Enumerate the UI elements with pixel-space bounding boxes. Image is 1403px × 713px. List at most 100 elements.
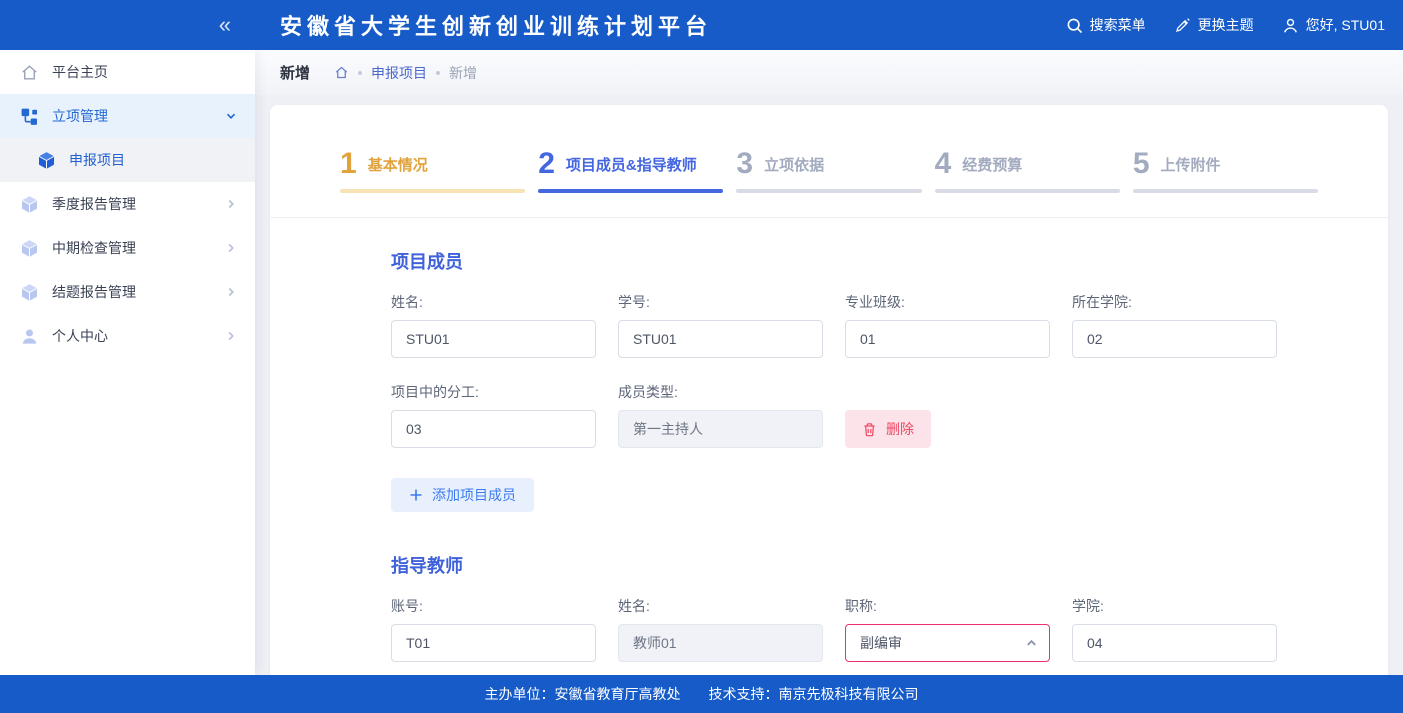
cube-icon [20, 283, 39, 302]
stepper: 1 基本情况 2 项目成员&指导教师 3 立项依据 [270, 105, 1388, 218]
theme-brush-icon [1174, 17, 1191, 34]
step-basic-info[interactable]: 1 基本情况 [340, 149, 525, 193]
member-role-input[interactable] [391, 410, 596, 448]
breadcrumb-separator [358, 71, 362, 75]
chevron-right-icon [225, 242, 237, 254]
grid-spacer [1072, 382, 1277, 448]
teacher-account-input[interactable] [391, 624, 596, 662]
cube-icon [20, 195, 39, 214]
main-area: 新增 申报项目 新增 1 基本情况 2 项目成员&指导教师 [255, 50, 1403, 713]
sidebar-item-personal-center[interactable]: 个人中心 [0, 314, 255, 358]
change-theme-label: 更换主题 [1198, 15, 1254, 35]
step-underline [340, 189, 525, 193]
breadcrumb: 新增 申报项目 新增 [255, 50, 1403, 95]
app-title: 安徽省大学生创新创业训练计划平台 [280, 9, 712, 41]
add-member-label: 添加项目成员 [432, 485, 516, 505]
step-project-basis[interactable]: 3 立项依据 [736, 149, 921, 193]
delete-member-button[interactable]: 删除 [845, 410, 931, 448]
member-college-input[interactable] [1072, 320, 1277, 358]
teacher-title-select[interactable] [845, 624, 1050, 662]
trash-icon [862, 422, 877, 437]
change-theme-button[interactable]: 更换主题 [1174, 15, 1254, 35]
teacher-name-field: 姓名: [618, 596, 823, 662]
search-icon [1066, 17, 1083, 34]
member-major-class-field: 专业班级: [845, 292, 1050, 358]
teacher-college-input[interactable] [1072, 624, 1277, 662]
step-number: 4 [935, 149, 952, 179]
chevron-down-icon [225, 110, 237, 122]
sidebar-item-label: 季度报告管理 [52, 194, 136, 214]
step-number: 3 [736, 149, 753, 179]
teacher-title-label: 职称: [845, 596, 1050, 616]
user-greeting: 您好, STU01 [1306, 15, 1385, 35]
step-number: 2 [538, 149, 555, 179]
teacher-name-label: 姓名: [618, 596, 823, 616]
sidebar-item-quarterly-report[interactable]: 季度报告管理 [0, 182, 255, 226]
sidebar-item-label: 立项管理 [52, 106, 108, 126]
step-attachments[interactable]: 5 上传附件 [1133, 149, 1318, 193]
member-role-label: 项目中的分工: [391, 382, 596, 402]
user-menu[interactable]: 您好, STU01 [1282, 15, 1385, 35]
page-title: 新增 [280, 62, 310, 83]
member-role-field: 项目中的分工: [391, 382, 596, 448]
search-menu-label: 搜索菜单 [1090, 15, 1146, 35]
sidebar-item-project-management[interactable]: 立项管理 [0, 94, 255, 138]
step2-form: 项目成员 姓名: 学号: 专业班级: 所在学院: [270, 218, 1388, 713]
sidebar: 平台主页 立项管理 申报项目 季度报告管理 中期检查管理 结题报告管理 个人中心 [0, 50, 255, 675]
member-major-class-label: 专业班级: [845, 292, 1050, 312]
member-type-field: 成员类型: [618, 382, 823, 448]
content-area: 1 基本情况 2 项目成员&指导教师 3 立项依据 [255, 95, 1403, 713]
step-label: 基本情况 [368, 154, 428, 179]
teacher-account-field: 账号: [391, 596, 596, 662]
sidebar-item-label: 结题报告管理 [52, 282, 136, 302]
member-type-label: 成员类型: [618, 382, 823, 402]
sitemap-icon [20, 107, 39, 126]
step-members-teachers[interactable]: 2 项目成员&指导教师 [538, 149, 723, 193]
topbar-logo-area: « [0, 14, 255, 36]
cube-icon [37, 151, 56, 170]
step-underline [935, 189, 1120, 193]
sidebar-collapse-icon[interactable]: « [219, 14, 231, 36]
member-name-field: 姓名: [391, 292, 596, 358]
user-icon [20, 327, 39, 346]
member-college-label: 所在学院: [1072, 292, 1277, 312]
form-card: 1 基本情况 2 项目成员&指导教师 3 立项依据 [270, 105, 1388, 713]
breadcrumb-current: 新增 [449, 63, 477, 83]
sidebar-item-midterm-check[interactable]: 中期检查管理 [0, 226, 255, 270]
sidebar-item-label: 中期检查管理 [52, 238, 136, 258]
user-icon [1282, 17, 1299, 34]
members-section-title: 项目成员 [391, 248, 1277, 274]
breadcrumb-home-icon[interactable] [334, 65, 349, 80]
step-underline [736, 189, 921, 193]
chevron-right-icon [225, 286, 237, 298]
sidebar-item-final-report[interactable]: 结题报告管理 [0, 270, 255, 314]
breadcrumb-link[interactable]: 申报项目 [371, 63, 427, 83]
step-label: 经费预算 [962, 154, 1022, 179]
step-underline [538, 189, 723, 193]
topbar: « 安徽省大学生创新创业训练计划平台 搜索菜单 更换主题 您好, STU01 [0, 0, 1403, 50]
teacher-title-input[interactable] [845, 624, 1050, 662]
teacher-name-input [618, 624, 823, 662]
step-budget[interactable]: 4 经费预算 [935, 149, 1120, 193]
sidebar-item-platform-home[interactable]: 平台主页 [0, 50, 255, 94]
add-member-button[interactable]: 添加项目成员 [391, 478, 534, 512]
cube-icon [20, 239, 39, 258]
member-student-id-input[interactable] [618, 320, 823, 358]
member-name-input[interactable] [391, 320, 596, 358]
step-underline [1133, 189, 1318, 193]
sidebar-item-declare-project[interactable]: 申报项目 [0, 138, 255, 182]
home-icon [20, 63, 39, 82]
chevron-right-icon [225, 198, 237, 210]
teacher-college-label: 学院: [1072, 596, 1277, 616]
search-menu-button[interactable]: 搜索菜单 [1066, 15, 1146, 35]
step-number: 1 [340, 149, 357, 179]
step-label: 上传附件 [1161, 154, 1221, 179]
member-name-label: 姓名: [391, 292, 596, 312]
step-label: 项目成员&指导教师 [566, 154, 697, 179]
footer-host: 主办单位：安徽省教育厅高教处 [485, 684, 681, 704]
chevron-up-icon [1025, 637, 1038, 650]
topbar-actions: 搜索菜单 更换主题 您好, STU01 [1066, 15, 1403, 35]
members-fields-grid: 姓名: 学号: 专业班级: 所在学院: [391, 292, 1277, 448]
member-major-class-input[interactable] [845, 320, 1050, 358]
teacher-section-title: 指导教师 [391, 552, 1277, 578]
